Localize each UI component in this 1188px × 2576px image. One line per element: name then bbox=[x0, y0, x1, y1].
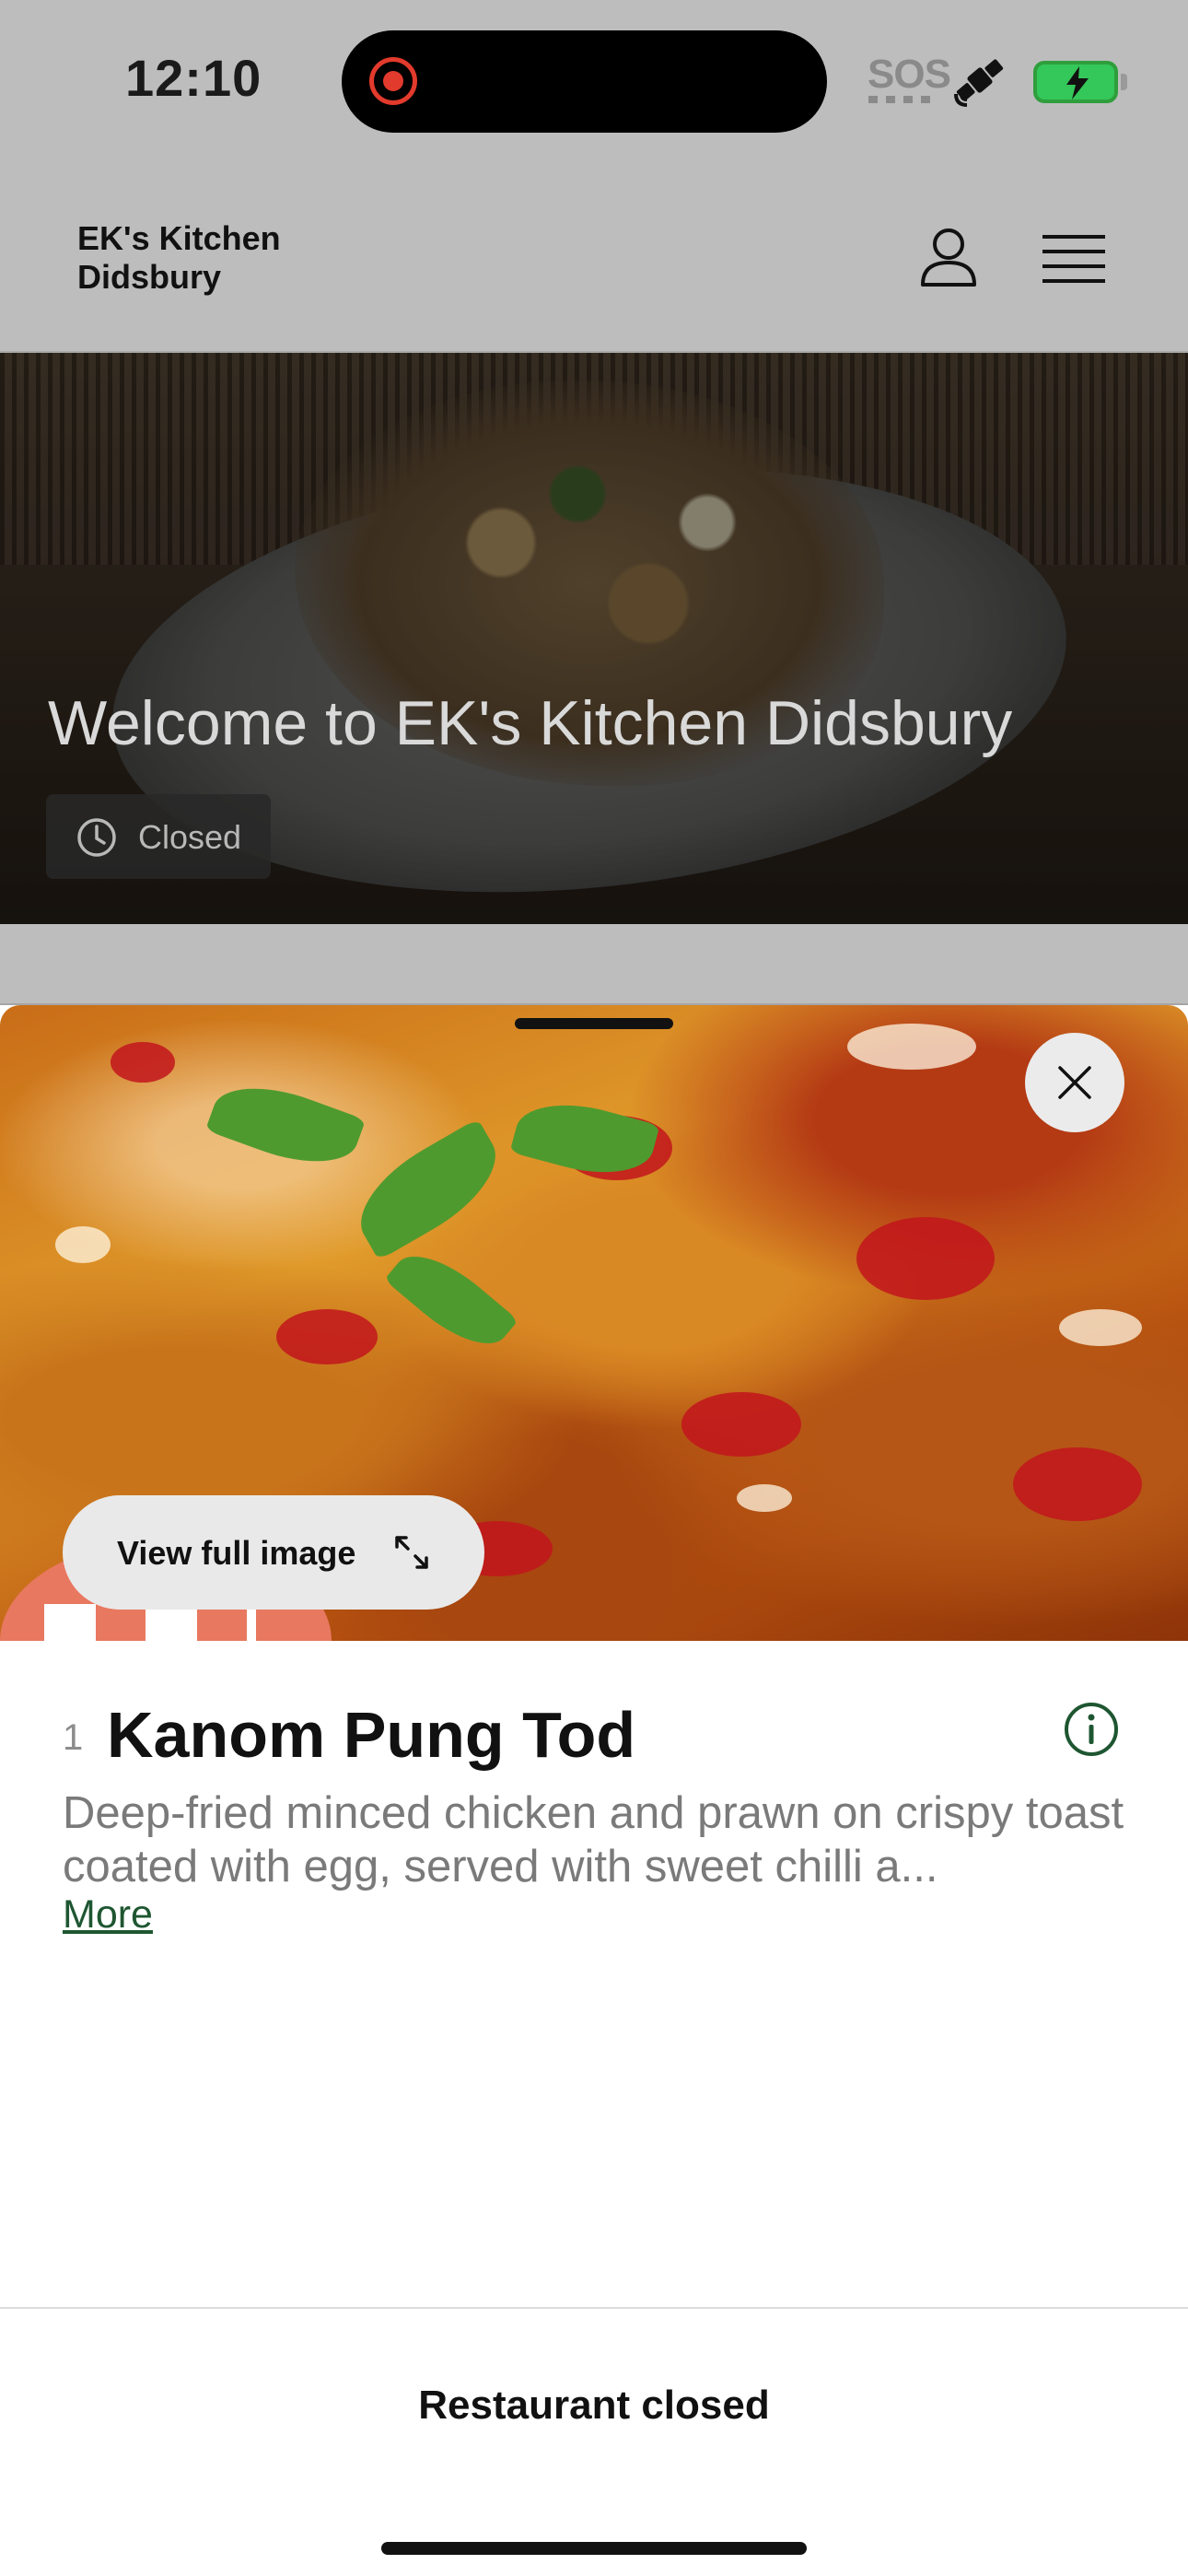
garnish-leaf bbox=[342, 1118, 515, 1261]
battery-tip bbox=[1121, 74, 1127, 90]
user-icon[interactable] bbox=[915, 224, 982, 290]
garnish-leaf bbox=[384, 1237, 518, 1363]
status-time: 12:10 bbox=[125, 49, 262, 107]
more-link[interactable]: More bbox=[63, 1892, 153, 1938]
dish-number: 1 bbox=[63, 1717, 84, 1758]
dish-image-detail bbox=[276, 1309, 378, 1364]
dish-image-detail bbox=[681, 1392, 801, 1457]
view-full-image-button[interactable]: View full image bbox=[63, 1495, 484, 1610]
dish-image-detail bbox=[856, 1217, 995, 1300]
opening-status-text: Closed bbox=[138, 818, 242, 856]
charging-bolt-icon bbox=[1066, 66, 1089, 100]
dish-image-detail bbox=[737, 1484, 792, 1512]
opening-status-badge: Closed bbox=[46, 794, 271, 879]
screen: 12:10 SOS EK's Kitchen Didsbury Welcome … bbox=[0, 0, 1188, 2576]
dish-description: Deep-fried minced chicken and prawn on c… bbox=[63, 1788, 1124, 1891]
view-full-image-label: View full image bbox=[117, 1534, 356, 1572]
dish-image-detail bbox=[847, 1024, 976, 1070]
bottom-action-bar: Restaurant closed bbox=[0, 2307, 1188, 2576]
hero-title: Welcome to EK's Kitchen Didsbury bbox=[48, 688, 1013, 758]
screen-recording-icon bbox=[369, 57, 417, 105]
dish-image-detail bbox=[1013, 1447, 1142, 1521]
dish-image-detail bbox=[1059, 1309, 1142, 1346]
sos-indicator: SOS bbox=[868, 52, 951, 97]
hero-banner: Welcome to EK's Kitchen Didsbury Closed bbox=[0, 353, 1188, 924]
restaurant-name[interactable]: EK's Kitchen Didsbury bbox=[77, 219, 354, 297]
clock-icon bbox=[77, 818, 116, 857]
status-bar: 12:10 SOS bbox=[0, 0, 1188, 161]
app-header: EK's Kitchen Didsbury bbox=[0, 161, 1188, 353]
satellite-icon bbox=[954, 59, 1004, 107]
dish-image-detail bbox=[111, 1042, 175, 1083]
dish-name: Kanom Pung Tod bbox=[107, 1699, 636, 1771]
logo-watermark-mark bbox=[44, 1604, 256, 1641]
battery-icon bbox=[1033, 61, 1118, 103]
close-icon bbox=[1058, 1066, 1091, 1099]
sos-signal-dots bbox=[868, 96, 931, 103]
category-strip bbox=[0, 924, 1188, 1005]
sheet-grabber[interactable] bbox=[515, 1018, 673, 1029]
expand-icon bbox=[395, 1536, 428, 1569]
info-icon[interactable] bbox=[1063, 1701, 1120, 1758]
hamburger-menu-icon[interactable] bbox=[1042, 233, 1105, 285]
garnish-leaf bbox=[204, 1069, 367, 1181]
dynamic-island bbox=[342, 30, 827, 133]
close-button[interactable] bbox=[1025, 1033, 1124, 1132]
dish-image-detail bbox=[55, 1226, 111, 1263]
restaurant-closed-label: Restaurant closed bbox=[418, 2383, 770, 2428]
home-indicator[interactable] bbox=[381, 2542, 807, 2555]
